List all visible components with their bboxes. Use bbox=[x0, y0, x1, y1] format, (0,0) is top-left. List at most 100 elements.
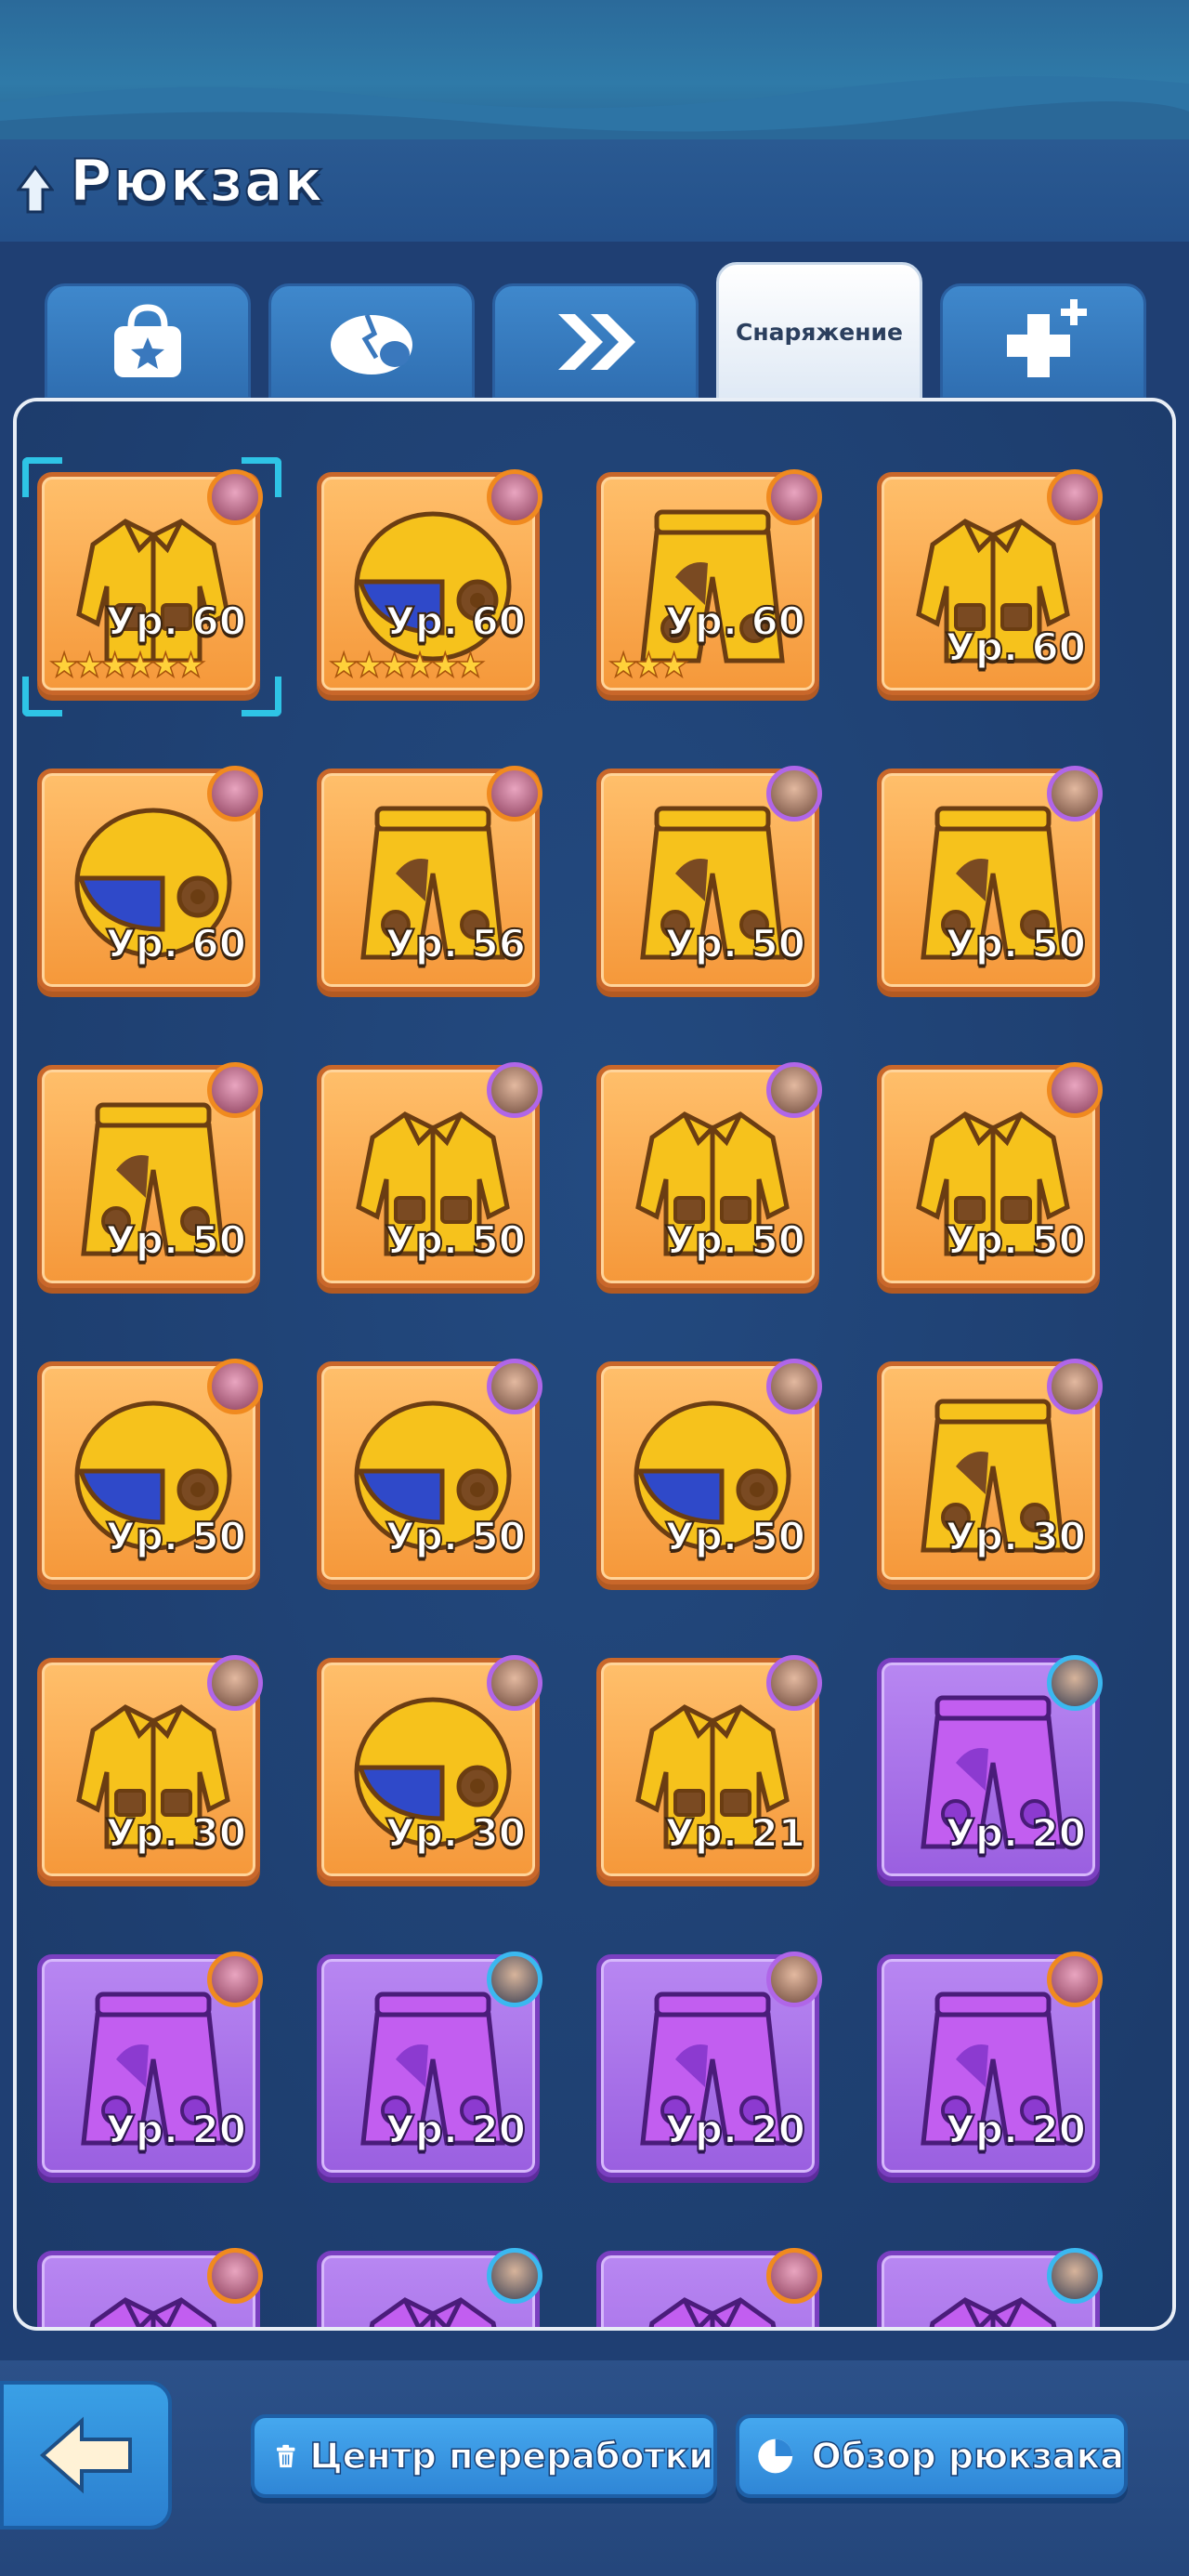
star-rating: ★★★★★★ bbox=[328, 646, 486, 686]
hero-avatar bbox=[487, 2248, 542, 2304]
hero-avatar bbox=[766, 766, 822, 821]
item-level: Ур. 50 bbox=[105, 1216, 247, 1264]
pie-chart-icon bbox=[758, 2438, 793, 2474]
equipment-card[interactable]: Ур. 21 bbox=[596, 1655, 822, 1881]
equipment-card[interactable]: Ур. 50 bbox=[37, 1062, 263, 1288]
tab-equipment[interactable]: Снаряжение bbox=[716, 262, 922, 401]
tab-eggs[interactable] bbox=[268, 283, 475, 400]
equipment-card[interactable]: Ур. 20 bbox=[317, 1952, 542, 2177]
equipment-card[interactable]: Ур. 60 ★★★★★★ bbox=[37, 469, 263, 695]
hero-avatar bbox=[766, 1062, 822, 1118]
selection-bracket bbox=[22, 457, 62, 497]
egg-icon bbox=[331, 313, 412, 375]
equipment-card[interactable] bbox=[877, 2248, 1103, 2327]
hero-avatar bbox=[207, 1359, 263, 1414]
double-chevron-icon bbox=[558, 313, 635, 370]
equipment-card[interactable]: Ур. 20 bbox=[596, 1952, 822, 2177]
hero-avatar bbox=[487, 1952, 542, 2007]
hero-avatar bbox=[207, 1062, 263, 1118]
plus-icon bbox=[1007, 298, 1087, 377]
item-level: Ур. 50 bbox=[664, 920, 806, 967]
equipment-card[interactable]: Ур. 30 bbox=[317, 1655, 542, 1881]
star-rating: ★★★★★★ bbox=[48, 646, 206, 686]
equipment-card[interactable]: Ур. 50 bbox=[877, 766, 1103, 992]
hero-avatar bbox=[207, 766, 263, 821]
wave-decoration bbox=[0, 76, 1189, 149]
item-level: Ур. 50 bbox=[385, 1216, 527, 1264]
hero-avatar bbox=[1047, 469, 1103, 525]
item-level: Ур. 20 bbox=[105, 2106, 247, 2153]
equipment-card[interactable] bbox=[596, 2248, 822, 2327]
equipment-card[interactable] bbox=[37, 2248, 263, 2327]
hero-avatar bbox=[766, 1952, 822, 2007]
item-level: Ур. 60 bbox=[105, 920, 247, 967]
item-level: Ур. 60 bbox=[664, 598, 806, 645]
hero-avatar bbox=[487, 469, 542, 525]
equipment-card[interactable]: Ур. 50 bbox=[596, 1062, 822, 1288]
equipment-card[interactable]: Ур. 60 bbox=[37, 766, 263, 992]
equipment-card[interactable]: Ур. 50 bbox=[877, 1062, 1103, 1288]
item-level: Ур. 50 bbox=[945, 920, 1087, 967]
page-title: Рюкзак bbox=[69, 146, 324, 216]
equipment-card[interactable]: Ур. 60 ★★★★★★ bbox=[317, 469, 542, 695]
equipment-card[interactable] bbox=[317, 2248, 542, 2327]
trash-icon bbox=[276, 2444, 295, 2468]
item-level: Ур. 60 bbox=[385, 598, 527, 645]
tab-equipment-label: Снаряжение bbox=[735, 318, 904, 346]
recycle-center-label: Центр переработки bbox=[309, 2435, 714, 2477]
hero-avatar bbox=[766, 1655, 822, 1711]
selection-bracket bbox=[242, 457, 281, 497]
top-banner bbox=[0, 0, 1189, 149]
inventory-panel: Ур. 60 ★★★★★★ Ур. 60 ★★★★★★ Ур. 60 ★★★ Ур. 60 У… bbox=[13, 398, 1176, 2331]
tab-items[interactable] bbox=[45, 283, 251, 400]
recycle-center-button[interactable]: Центр переработки bbox=[251, 2414, 717, 2498]
item-level: Ур. 30 bbox=[385, 1809, 527, 1857]
equipment-card[interactable]: Ур. 50 bbox=[317, 1062, 542, 1288]
item-level: Ур. 60 bbox=[945, 624, 1087, 671]
star-rating: ★★★ bbox=[608, 646, 689, 686]
tab-boosts[interactable] bbox=[940, 283, 1146, 400]
hero-avatar bbox=[766, 469, 822, 525]
back-button[interactable] bbox=[0, 2381, 172, 2530]
inventory-grid: Ур. 60 ★★★★★★ Ур. 60 ★★★★★★ Ур. 60 ★★★ Ур. 60 У… bbox=[17, 401, 1172, 2327]
equipment-card[interactable]: Ур. 50 bbox=[317, 1359, 542, 1584]
bag-star-icon bbox=[114, 303, 181, 377]
back-arrow-icon bbox=[39, 2416, 132, 2494]
equipment-card[interactable]: Ур. 20 bbox=[37, 1952, 263, 2177]
hero-avatar bbox=[207, 2248, 263, 2304]
item-level: Ур. 50 bbox=[945, 1216, 1087, 1264]
item-level: Ур. 20 bbox=[945, 2106, 1087, 2153]
hero-avatar bbox=[487, 766, 542, 821]
item-level: Ур. 21 bbox=[664, 1809, 806, 1857]
equipment-card[interactable]: Ур. 50 bbox=[37, 1359, 263, 1584]
equipment-card[interactable]: Ур. 20 bbox=[877, 1952, 1103, 2177]
item-level: Ур. 20 bbox=[385, 2106, 527, 2153]
equipment-card[interactable]: Ур. 50 bbox=[596, 766, 822, 992]
hero-avatar bbox=[766, 2248, 822, 2304]
backpack-overview-button[interactable]: Обзор рюкзака bbox=[736, 2414, 1128, 2498]
tab-speedups[interactable] bbox=[492, 283, 699, 400]
item-level: Ур. 30 bbox=[105, 1809, 247, 1857]
item-level: Ур. 20 bbox=[945, 1809, 1087, 1857]
equipment-card[interactable]: Ур. 30 bbox=[877, 1359, 1103, 1584]
item-level: Ур. 50 bbox=[664, 1513, 806, 1560]
selection-bracket bbox=[22, 677, 62, 716]
hero-avatar bbox=[487, 1062, 542, 1118]
equipment-card[interactable]: Ур. 20 bbox=[877, 1655, 1103, 1881]
item-level: Ур. 60 bbox=[105, 598, 247, 645]
hero-avatar bbox=[1047, 1655, 1103, 1711]
up-arrow-icon bbox=[17, 165, 54, 214]
hero-avatar bbox=[207, 1952, 263, 2007]
hero-avatar bbox=[766, 1359, 822, 1414]
hero-avatar bbox=[1047, 1359, 1103, 1414]
equipment-card[interactable]: Ур. 60 ★★★ bbox=[596, 469, 822, 695]
hero-avatar bbox=[1047, 766, 1103, 821]
tab-bar: Снаряжение bbox=[45, 262, 1146, 401]
equipment-card[interactable]: Ур. 56 bbox=[317, 766, 542, 992]
hero-avatar bbox=[1047, 2248, 1103, 2304]
equipment-card[interactable]: Ур. 50 bbox=[596, 1359, 822, 1584]
equipment-card[interactable]: Ур. 60 bbox=[877, 469, 1103, 695]
backpack-overview-label: Обзор рюкзака bbox=[811, 2435, 1125, 2477]
equipment-card[interactable]: Ур. 30 bbox=[37, 1655, 263, 1881]
item-level: Ур. 50 bbox=[664, 1216, 806, 1264]
